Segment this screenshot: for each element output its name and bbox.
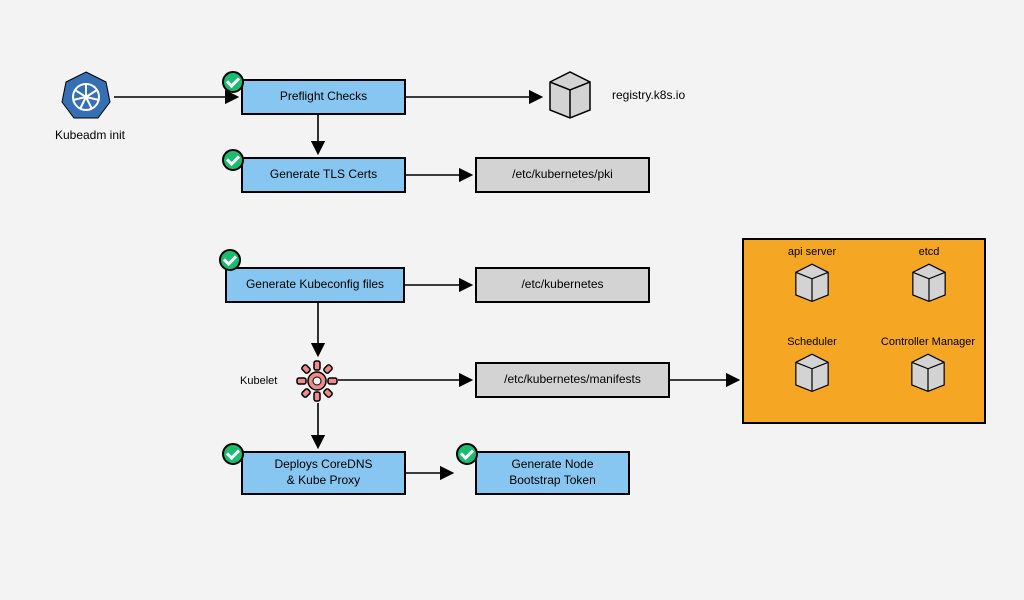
check-icon	[219, 249, 241, 271]
output-pki: /etc/kubernetes/pki	[475, 157, 650, 193]
component-etcd-label: etcd	[889, 246, 969, 258]
kubelet-label: Kubelet	[240, 375, 277, 387]
check-icon	[222, 71, 244, 93]
step-preflight-label: Preflight Checks	[280, 89, 367, 105]
output-etc-k8s: /etc/kubernetes	[475, 267, 650, 303]
gear-icon	[295, 359, 339, 403]
components-group: api server etcd Scheduler Controller Man…	[742, 238, 986, 424]
component-api: api server	[772, 246, 852, 306]
check-icon	[222, 443, 244, 465]
output-etc-k8s-label: /etc/kubernetes	[521, 277, 603, 293]
step-bootstrap-label: Generate Node Bootstrap Token	[509, 457, 596, 488]
component-etcd: etcd	[889, 246, 969, 306]
start-label: Kubeadm init	[45, 128, 135, 142]
step-tls-label: Generate TLS Certs	[270, 167, 377, 183]
output-manifests: /etc/kubernetes/manifests	[475, 362, 670, 398]
step-kubeconfig-label: Generate Kubeconfig files	[246, 277, 384, 293]
cube-icon	[544, 68, 596, 120]
output-pki-label: /etc/kubernetes/pki	[512, 167, 613, 183]
kubernetes-icon	[60, 70, 112, 122]
step-preflight: Preflight Checks	[241, 79, 406, 115]
check-icon	[222, 149, 244, 171]
component-cm: Controller Manager	[872, 336, 984, 396]
step-coredns-label: Deploys CoreDNS & Kube Proxy	[274, 457, 372, 488]
component-scheduler: Scheduler	[772, 336, 852, 396]
check-icon	[456, 443, 478, 465]
component-api-label: api server	[772, 246, 852, 258]
registry-label: registry.k8s.io	[612, 88, 685, 102]
step-tls: Generate TLS Certs	[241, 157, 406, 193]
component-cm-label: Controller Manager	[872, 336, 984, 348]
output-manifests-label: /etc/kubernetes/manifests	[504, 372, 641, 388]
step-kubeconfig: Generate Kubeconfig files	[225, 267, 405, 303]
step-coredns: Deploys CoreDNS & Kube Proxy	[241, 451, 406, 495]
step-bootstrap: Generate Node Bootstrap Token	[475, 451, 630, 495]
component-scheduler-label: Scheduler	[772, 336, 852, 348]
